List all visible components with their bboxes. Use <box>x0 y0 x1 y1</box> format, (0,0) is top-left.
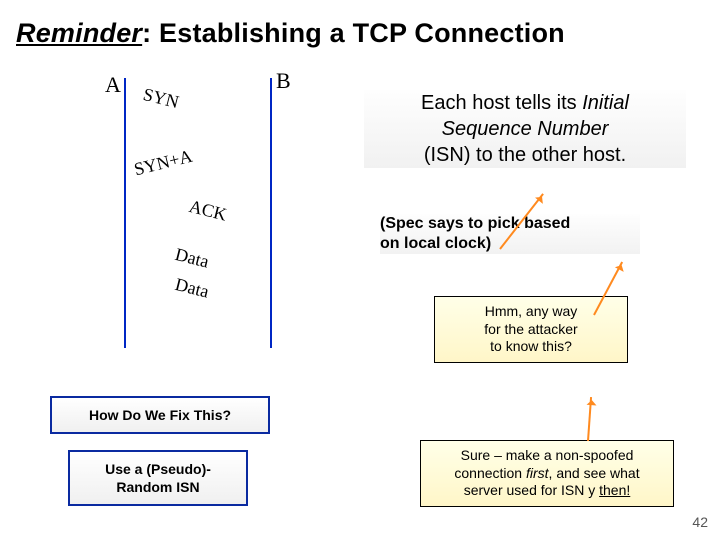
c2-l1: Sure – make a non-spoofed <box>461 447 634 463</box>
c1-line3: to know this? <box>490 338 572 354</box>
page-number: 42 <box>692 514 708 530</box>
answer-line1: Use a (Pseudo)- <box>105 461 211 477</box>
spec-line1: (Spec says to pick based <box>380 215 570 232</box>
msg-syn: SYN <box>141 84 181 113</box>
answer-line2: Random ISN <box>116 479 199 495</box>
isn-line1b: Initial <box>582 92 629 114</box>
msg-data-1: Data <box>173 244 211 273</box>
msg-data-2: Data <box>173 274 211 303</box>
question-text: How Do We Fix This? <box>89 407 231 423</box>
host-b-label: B <box>276 68 291 94</box>
msg-syn-ack: SYN+A <box>132 146 194 181</box>
slide-title: Reminder: Establishing a TCP Connection <box>16 18 565 49</box>
isn-line2: Sequence Number <box>442 118 609 140</box>
timeline-b <box>270 78 272 348</box>
msg-ack: ACK <box>187 196 229 226</box>
c2-first: first <box>526 465 549 481</box>
c2-l2a: connection <box>454 465 526 481</box>
spec-line2: on local clock) <box>380 235 491 252</box>
c2-then: then! <box>599 482 630 498</box>
title-reminder: Reminder <box>16 18 142 48</box>
isn-line1a: Each host tells its <box>421 92 582 114</box>
timeline-a <box>124 78 126 348</box>
answer-box: Use a (Pseudo)- Random ISN <box>68 450 248 506</box>
isn-explanation: Each host tells its Initial Sequence Num… <box>364 90 686 168</box>
callout-answer: Sure – make a non-spoofed connection fir… <box>420 440 674 507</box>
c1-line2: for the attacker <box>484 321 577 337</box>
question-box: How Do We Fix This? <box>50 396 270 434</box>
c2-l2b: , and see what <box>549 465 640 481</box>
title-rest: : Establishing a TCP Connection <box>142 18 565 48</box>
arrow-icon <box>587 397 592 441</box>
host-a-label: A <box>105 72 121 98</box>
c2-l3a: server used for ISN y <box>464 482 599 498</box>
isn-line3: (ISN) to the other host. <box>424 144 626 166</box>
c1-line1: Hmm, any way <box>485 303 578 319</box>
